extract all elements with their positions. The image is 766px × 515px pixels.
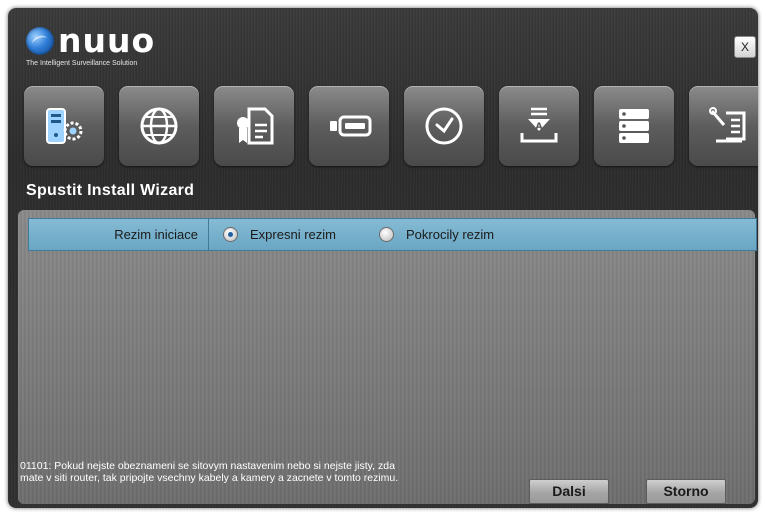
close-button[interactable]: X (734, 36, 756, 58)
storage-drive-icon (330, 115, 372, 137)
server-rack-icon (619, 109, 649, 143)
mode-label: Rezim iniciace (29, 219, 209, 250)
express-mode-option[interactable]: Expresni rezim (223, 219, 336, 250)
toolbar-server-settings[interactable] (24, 86, 104, 166)
clock-icon (425, 107, 463, 145)
logo-wordmark: nuuo (58, 21, 156, 60)
next-button[interactable]: Dalsi (529, 479, 609, 504)
logo-tagline: The Intelligent Surveillance Solution (26, 60, 138, 67)
nuuo-logo: nuuo The Intelligent Surveillance Soluti… (26, 21, 176, 76)
globe-icon (140, 107, 178, 145)
toolbar-storage[interactable] (309, 86, 389, 166)
toolbar-time[interactable] (404, 86, 484, 166)
info-message: 01101: Pokud nejste obeznameni se sitovy… (20, 460, 399, 484)
express-mode-label: Expresni rezim (250, 227, 336, 242)
globe-logo-icon (26, 27, 54, 55)
tools-manual-icon (709, 107, 746, 143)
download-install-icon: A (520, 107, 558, 143)
mode-selection-row: Rezim iniciace Expresni rezim Pokrocily … (28, 218, 757, 251)
advanced-mode-label: Pokrocily rezim (406, 227, 495, 242)
cancel-button[interactable]: Storno (646, 479, 726, 504)
toolbar-license[interactable] (214, 86, 294, 166)
toolbar-network[interactable] (119, 86, 199, 166)
license-certificate-icon (237, 107, 274, 145)
advanced-mode-option[interactable]: Pokrocily rezim (379, 219, 494, 250)
express-mode-radio[interactable] (223, 227, 238, 242)
svg-text:A: A (536, 122, 543, 132)
page-title: Spustit Install Wizard (26, 182, 195, 199)
toolbar-servers[interactable] (594, 86, 674, 166)
server-settings-icon (46, 108, 83, 144)
toolbar-install[interactable]: A (499, 86, 579, 166)
wizard-window: nuuo The Intelligent Surveillance Soluti… (8, 8, 758, 508)
toolbar-tools[interactable] (689, 86, 758, 166)
advanced-mode-radio[interactable] (379, 227, 394, 242)
